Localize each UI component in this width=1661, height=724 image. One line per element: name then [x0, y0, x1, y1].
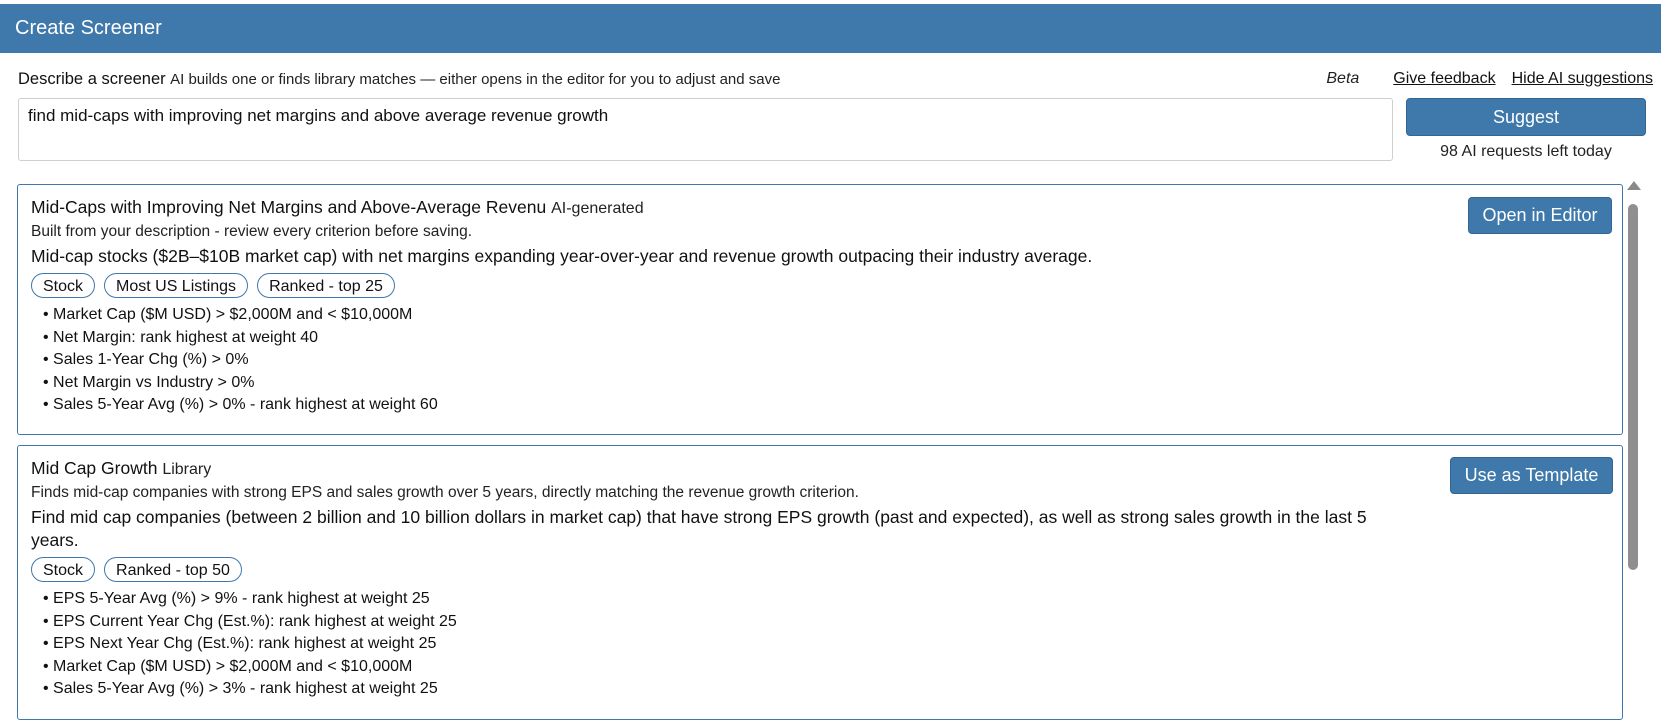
criterion-item: Net Margin vs Industry > 0%	[43, 372, 1609, 395]
criterion-item: EPS Next Year Chg (Est.%): rank highest …	[43, 633, 1609, 656]
scroll-up-arrow-icon[interactable]	[1627, 181, 1641, 190]
result-title-text: Mid Cap Growth	[31, 458, 158, 478]
result-title: Mid-Caps with Improving Net Margins and …	[31, 195, 1609, 221]
criterion-item: Market Cap ($M USD) > $2,000M and < $10,…	[43, 656, 1609, 679]
requests-left-text: 98 AI requests left today	[1440, 143, 1612, 160]
results-list: Mid-Caps with Improving Net Margins and …	[17, 184, 1623, 724]
suggest-button[interactable]: Suggest	[1406, 98, 1646, 136]
criterion-item: EPS 5-Year Avg (%) > 9% - rank highest a…	[43, 588, 1609, 611]
describe-label: Describe a screener	[18, 70, 166, 88]
chip-ranked: Ranked - top 25	[257, 273, 395, 298]
criterion-item: Sales 5-Year Avg (%) > 0% - rank highest…	[43, 394, 1609, 417]
describe-hint: AI builds one or finds library matches —…	[170, 71, 781, 88]
result-card-ai: Mid-Caps with Improving Net Margins and …	[17, 184, 1623, 435]
criterion-item: Net Margin: rank highest at weight 40	[43, 327, 1609, 350]
criteria-list: Market Cap ($M USD) > $2,000M and < $10,…	[31, 304, 1609, 417]
result-title-text: Mid-Caps with Improving Net Margins and …	[31, 197, 547, 217]
result-title: Mid Cap Growth Library	[31, 456, 1609, 482]
result-source-tag: AI-generated	[551, 200, 644, 217]
result-note: Built from your description - review eve…	[31, 223, 473, 240]
use-as-template-button[interactable]: Use as Template	[1450, 457, 1613, 494]
chip-stock: Stock	[31, 557, 96, 582]
screener-description-input[interactable]	[18, 98, 1393, 161]
chip-universe: Most US Listings	[104, 273, 249, 298]
hide-ai-suggestions-link[interactable]: Hide AI suggestions	[1512, 70, 1653, 87]
result-card-library: Mid Cap Growth Library Finds mid-cap com…	[17, 445, 1623, 720]
result-chips: Stock Ranked - top 50	[31, 557, 1609, 582]
open-in-editor-button[interactable]: Open in Editor	[1468, 197, 1612, 234]
beta-label: Beta	[1326, 70, 1360, 87]
criteria-list: EPS 5-Year Avg (%) > 9% - rank highest a…	[31, 588, 1609, 701]
describe-row: Describe a screener AI builds one or fin…	[18, 68, 1653, 90]
result-note: Finds mid-cap companies with strong EPS …	[31, 484, 859, 501]
chip-stock: Stock	[31, 273, 96, 298]
page-title: Create Screener	[0, 4, 1661, 53]
results-scrollbar[interactable]	[1625, 181, 1641, 724]
criterion-item: Sales 5-Year Avg (%) > 3% - rank highest…	[43, 678, 1609, 701]
criterion-item: EPS Current Year Chg (Est.%): rank highe…	[43, 611, 1609, 634]
scrollbar-thumb[interactable]	[1628, 204, 1638, 570]
result-chips: Stock Most US Listings Ranked - top 25	[31, 273, 1609, 298]
header-links: Beta Give feedback Hide AI suggestions	[1326, 68, 1653, 90]
criterion-item: Sales 1-Year Chg (%) > 0%	[43, 349, 1609, 372]
result-description: Find mid cap companies (between 2 billio…	[31, 507, 1367, 550]
result-source-tag: Library	[162, 461, 212, 478]
result-description: Mid-cap stocks ($2B–$10B market cap) wit…	[31, 246, 1093, 266]
give-feedback-link[interactable]: Give feedback	[1393, 70, 1495, 87]
criterion-item: Market Cap ($M USD) > $2,000M and < $10,…	[43, 304, 1609, 327]
chip-ranked: Ranked - top 50	[104, 557, 242, 582]
